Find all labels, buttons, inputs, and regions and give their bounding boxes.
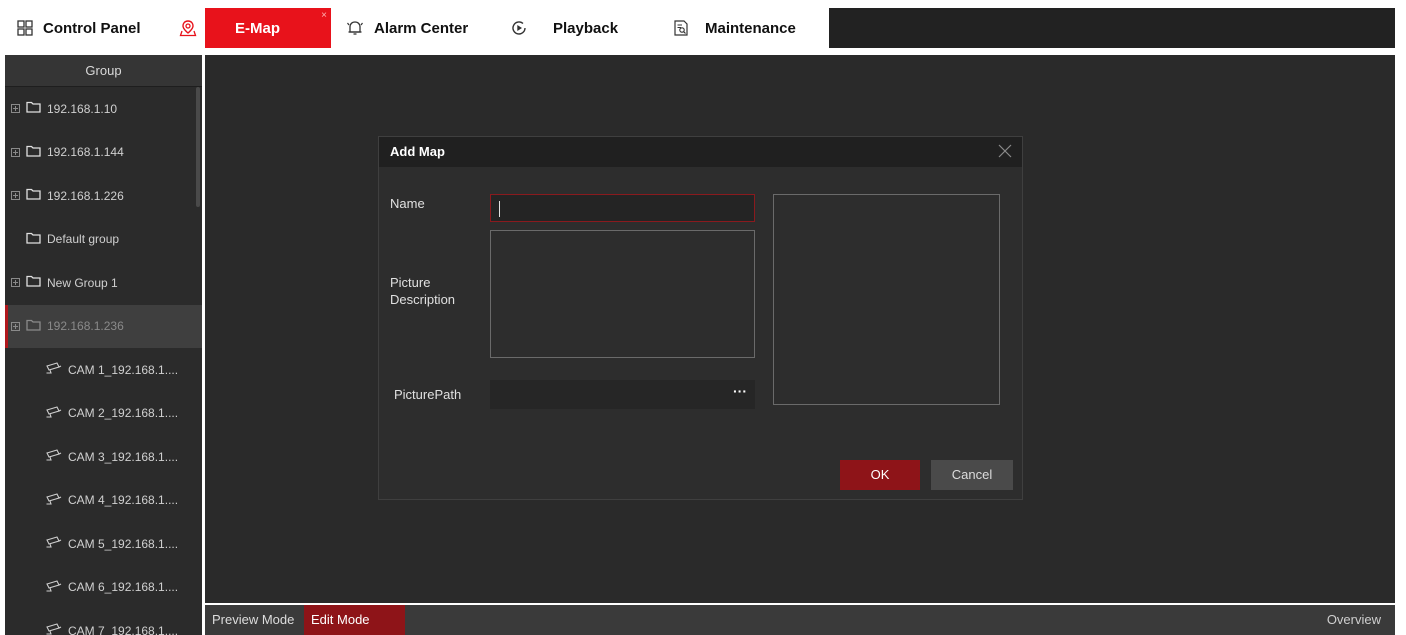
add-map-dialog: Add Map Name Picture Description Picture… [378,136,1023,500]
tree-item-label: CAM 4_192.168.1.... [68,493,179,508]
expand-icon[interactable] [11,321,20,331]
cancel-button[interactable]: Cancel [931,460,1013,490]
tree-item-label: CAM 2_192.168.1.... [68,406,179,421]
tab-control-panel[interactable]: Control Panel [0,8,170,48]
tree-item-label: CAM 3_192.168.1.... [68,449,179,464]
folder-icon [26,319,41,334]
mode-bar: Preview Mode Edit Mode Overview [205,605,1395,635]
camera-icon [45,579,62,596]
folder-icon [26,232,41,247]
ok-button[interactable]: OK [840,460,920,490]
expand-icon[interactable] [11,104,20,114]
tree-item-label: CAM 5_192.168.1.... [68,536,179,551]
camera-icon [45,405,62,422]
picture-description-label-line1: Picture [390,275,431,290]
grid-icon [15,18,35,38]
group-header: Group [5,55,202,87]
tree-item-label: CAM 1_192.168.1.... [68,362,179,377]
tree-item-label: CAM 7_192.168.1.... [68,623,179,635]
edit-mode-button[interactable]: Edit Mode [304,605,405,635]
text-caret [499,200,500,217]
picture-description-label-line2: Description [390,292,456,307]
tree-item-camera[interactable]: CAM 5_192.168.1.... [5,522,202,566]
expand-icon[interactable] [11,147,20,157]
play-circle-icon [509,18,529,38]
window-edge [1395,8,1406,635]
tab-playback[interactable]: Playback [495,8,659,48]
preview-mode-button[interactable]: Preview Mode [205,605,301,635]
tree-item-label: 192.168.1.10 [47,101,118,116]
tree-item-group-selected[interactable]: 192.168.1.236 [5,304,202,348]
dialog-title-bar: Add Map [379,137,1022,167]
group-sidebar: Group 192.168.1.10 192.168.1.144 192.168… [5,55,202,635]
tree-item-camera[interactable]: CAM 6_192.168.1.... [5,566,202,610]
map-pin-icon [178,18,198,38]
tree-item-camera[interactable]: CAM 4_192.168.1.... [5,479,202,523]
tree-item-group[interactable]: 192.168.1.226 [5,174,202,218]
tab-label: Maintenance [705,19,796,37]
camera-icon [45,492,62,509]
folder-icon [26,188,41,203]
bell-icon [345,18,365,38]
tree-item-camera[interactable]: CAM 7_192.168.1.... [5,609,202,635]
name-input[interactable] [490,194,755,222]
tree-item-label: 192.168.1.236 [47,319,124,334]
tree-item-label: CAM 6_192.168.1.... [68,580,179,595]
camera-icon [45,361,62,378]
dialog-title: Add Map [390,144,445,159]
tab-e-map[interactable]: E-Map × [205,8,331,48]
tree-item-group[interactable]: New Group 1 [5,261,202,305]
tree-item-label: New Group 1 [47,275,118,290]
tree-item-group[interactable]: 192.168.1.10 [5,87,202,131]
tab-label: E-Map [235,19,280,37]
folder-icon [26,145,41,160]
tab-e-map-icon-cell[interactable] [170,8,205,48]
tree-item-camera[interactable]: CAM 2_192.168.1.... [5,392,202,436]
picture-path-label: PicturePath [394,387,462,402]
picture-path-input[interactable]: ··· [490,380,755,409]
expand-icon[interactable] [11,278,20,288]
camera-icon [45,535,62,552]
tree-item-group[interactable]: Default group [5,218,202,262]
tree-item-group[interactable]: 192.168.1.144 [5,131,202,175]
folder-icon [26,101,41,116]
close-icon[interactable] [997,143,1013,159]
overview-button[interactable]: Overview [1327,605,1381,635]
tab-close-icon[interactable]: × [321,10,327,21]
sidebar-scrollbar[interactable] [196,87,200,207]
tab-maintenance[interactable]: Maintenance [659,8,829,48]
tab-alarm-center[interactable]: Alarm Center [331,8,495,48]
tree-item-camera[interactable]: CAM 3_192.168.1.... [5,435,202,479]
camera-icon [45,622,62,635]
browse-button[interactable]: ··· [733,383,747,399]
report-search-icon [671,18,691,38]
tab-label: Alarm Center [374,19,469,37]
tree-item-label: 192.168.1.226 [47,188,124,203]
picture-description-textarea[interactable] [490,230,755,358]
top-tab-bar: Control Panel E-Map × Alarm Center Playb… [0,8,1395,48]
name-label: Name [390,196,425,211]
tree-item-label: 192.168.1.144 [47,145,124,160]
picture-preview [773,194,1000,405]
tree-item-label: Default group [47,232,120,247]
tab-label: Playback [553,19,619,37]
folder-icon [26,275,41,290]
tab-label: Control Panel [43,19,141,37]
expand-icon[interactable] [11,191,20,201]
app-window: Control Panel E-Map × Alarm Center Playb… [0,0,1406,635]
tree-item-camera[interactable]: CAM 1_192.168.1.... [5,348,202,392]
camera-icon [45,448,62,465]
